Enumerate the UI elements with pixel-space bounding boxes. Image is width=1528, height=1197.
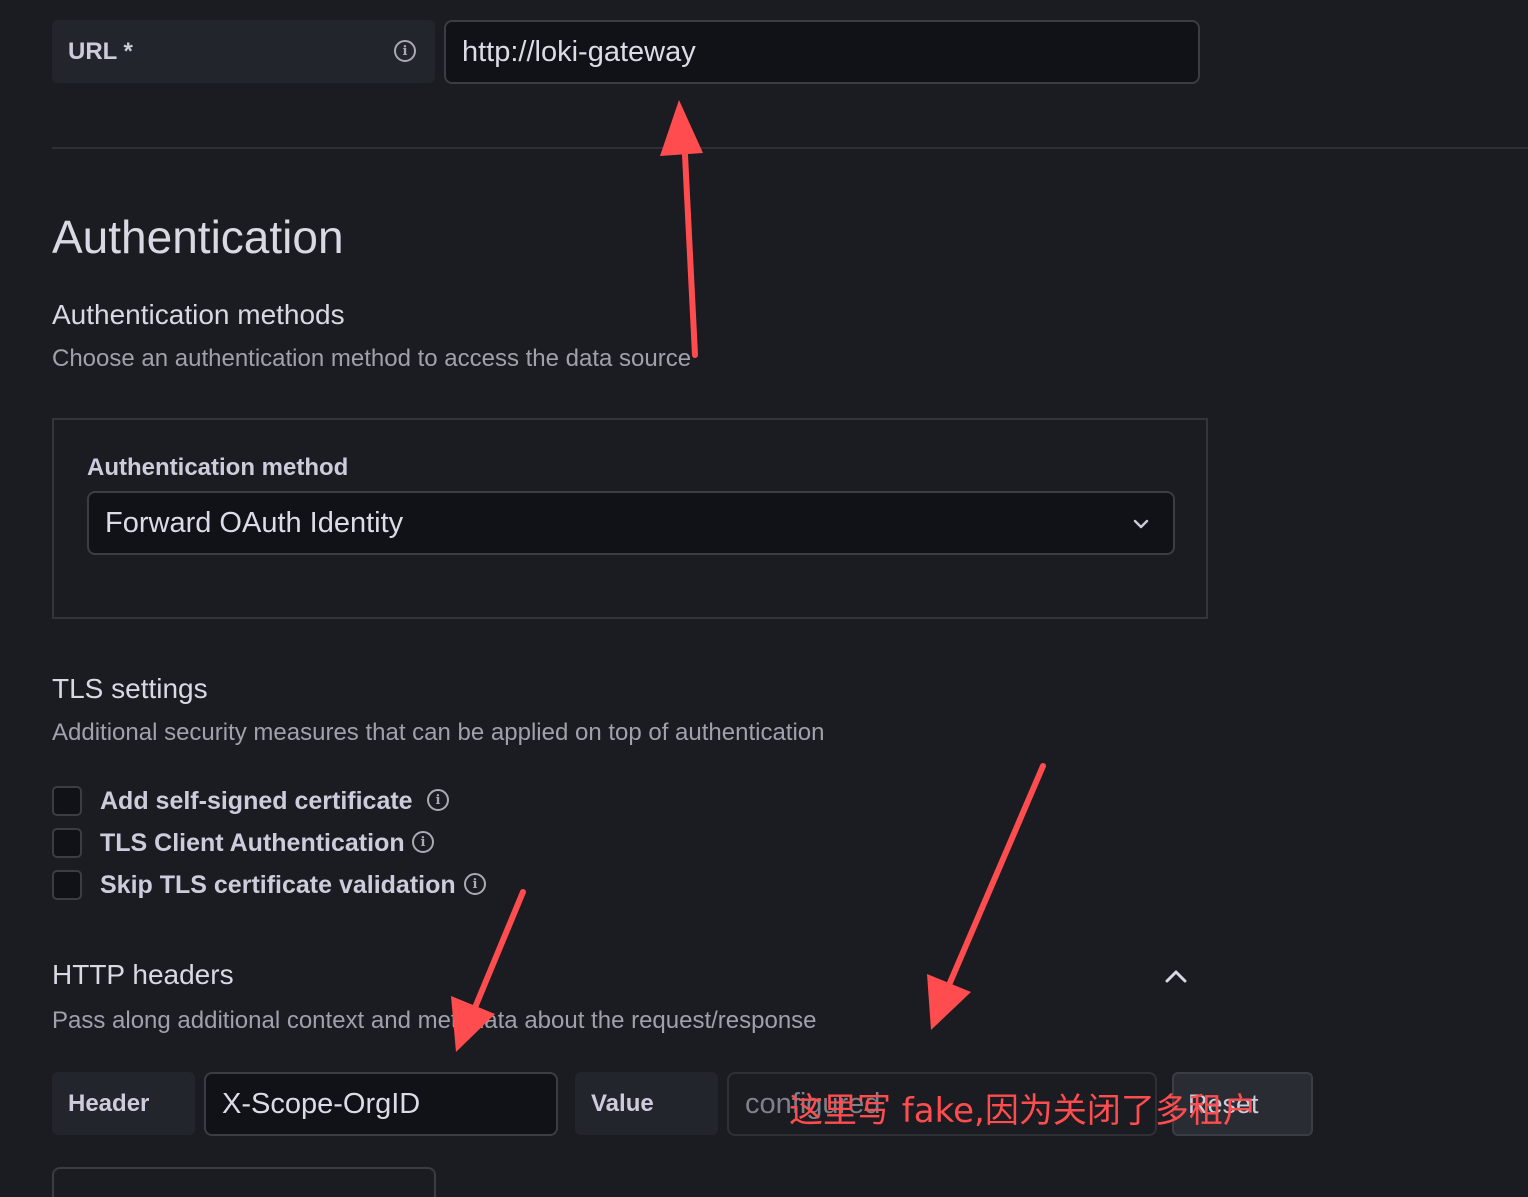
annotation-arrow-header bbox=[451, 889, 526, 1052]
annotation-arrow-value bbox=[927, 763, 1046, 1030]
annotation-arrows bbox=[451, 100, 1046, 1052]
annotation-arrow-url bbox=[660, 100, 703, 358]
annotation-note: 这里写 fake,因为关闭了多租户 bbox=[789, 1091, 1257, 1131]
